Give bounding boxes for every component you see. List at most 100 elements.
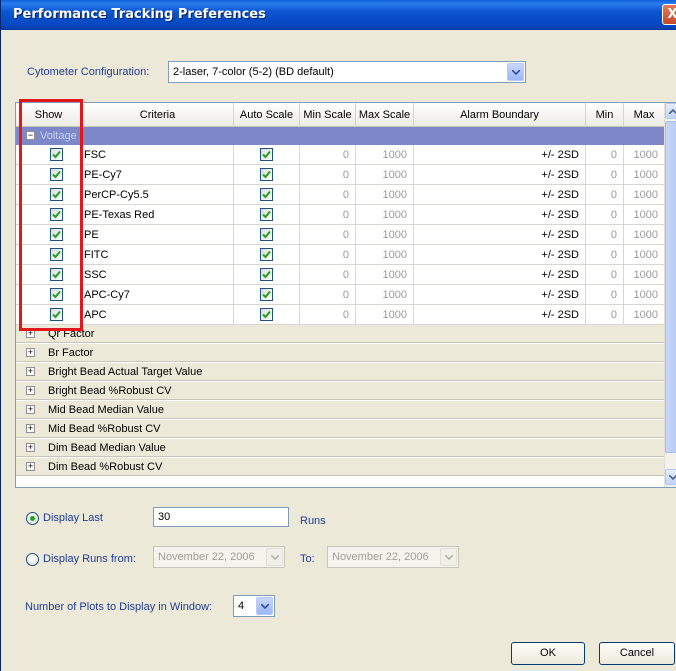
min-scale-cell[interactable]: 0 — [300, 145, 356, 165]
auto-scale-checkbox[interactable] — [260, 288, 273, 301]
max-scale-cell[interactable]: 1000 — [356, 245, 414, 265]
alarm-boundary-cell[interactable]: +/- 2SD — [414, 225, 586, 245]
runs-from-select[interactable]: November 22, 2006 — [153, 546, 285, 568]
display-last-radio[interactable] — [26, 512, 39, 525]
display-last-input[interactable]: 30 — [153, 507, 289, 527]
column-header-min-scale[interactable]: Min Scale — [300, 103, 356, 127]
column-header-max-scale[interactable]: Max Scale — [356, 103, 414, 127]
alarm-boundary-cell[interactable]: +/- 2SD — [414, 185, 586, 205]
max-scale-cell[interactable]: 1000 — [356, 305, 414, 325]
title-bar[interactable]: Performance Tracking Preferences X — [1, 0, 676, 30]
auto-scale-checkbox[interactable] — [260, 248, 273, 261]
min-cell[interactable]: 0 — [586, 145, 624, 165]
max-scale-cell[interactable]: 1000 — [356, 205, 414, 225]
max-cell[interactable]: 1000 — [624, 305, 664, 325]
scrollbar-thumb[interactable] — [665, 121, 676, 453]
min-scale-cell[interactable]: 0 — [300, 225, 356, 245]
group-row-voltage[interactable]: − Voltage — [16, 127, 664, 145]
plots-select[interactable]: 4 — [233, 595, 275, 617]
group-row[interactable]: + Bright Bead Actual Target Value — [16, 363, 664, 381]
alarm-boundary-cell[interactable]: +/- 2SD — [414, 205, 586, 225]
max-scale-cell[interactable]: 1000 — [356, 265, 414, 285]
runs-to-select[interactable]: November 22, 2006 — [327, 546, 459, 568]
min-scale-cell[interactable]: 0 — [300, 245, 356, 265]
auto-scale-checkbox[interactable] — [260, 228, 273, 241]
expand-icon[interactable]: + — [26, 405, 35, 414]
chevron-down-icon[interactable] — [256, 597, 273, 615]
min-scale-cell[interactable]: 0 — [300, 185, 356, 205]
max-scale-cell[interactable]: 1000 — [356, 165, 414, 185]
min-cell[interactable]: 0 — [586, 265, 624, 285]
table-row[interactable]: PE-Cy7 0 1000 +/- 2SD 0 1000 — [16, 165, 664, 185]
min-cell[interactable]: 0 — [586, 285, 624, 305]
min-scale-cell[interactable]: 0 — [300, 165, 356, 185]
alarm-boundary-cell[interactable]: +/- 2SD — [414, 165, 586, 185]
expand-icon[interactable]: + — [26, 443, 35, 452]
chevron-down-icon[interactable] — [266, 548, 283, 566]
column-header-alarm-boundary[interactable]: Alarm Boundary — [414, 103, 586, 127]
min-cell[interactable]: 0 — [586, 305, 624, 325]
close-button[interactable]: X — [662, 4, 676, 25]
auto-scale-checkbox[interactable] — [260, 188, 273, 201]
min-cell[interactable]: 0 — [586, 165, 624, 185]
min-cell[interactable]: 0 — [586, 185, 624, 205]
auto-scale-checkbox[interactable] — [260, 308, 273, 321]
alarm-boundary-cell[interactable]: +/- 2SD — [414, 265, 586, 285]
chevron-down-icon[interactable] — [440, 548, 457, 566]
max-cell[interactable]: 1000 — [624, 185, 664, 205]
expand-icon[interactable]: + — [26, 424, 35, 433]
expand-icon[interactable]: + — [26, 348, 35, 357]
max-cell[interactable]: 1000 — [624, 265, 664, 285]
group-row[interactable]: + Dim Bead %Robust CV — [16, 458, 664, 476]
group-row[interactable]: + Qr Factor — [16, 325, 664, 343]
cancel-button[interactable]: Cancel — [599, 642, 675, 665]
scroll-down-icon[interactable] — [665, 469, 676, 485]
chevron-down-icon[interactable] — [507, 63, 524, 81]
auto-scale-checkbox[interactable] — [260, 268, 273, 281]
min-cell[interactable]: 0 — [586, 205, 624, 225]
expand-icon[interactable]: + — [26, 462, 35, 471]
table-row[interactable]: PerCP-Cy5.5 0 1000 +/- 2SD 0 1000 — [16, 185, 664, 205]
min-scale-cell[interactable]: 0 — [300, 305, 356, 325]
min-scale-cell[interactable]: 0 — [300, 205, 356, 225]
max-scale-cell[interactable]: 1000 — [356, 185, 414, 205]
ok-button[interactable]: OK — [511, 642, 585, 665]
table-row[interactable]: SSC 0 1000 +/- 2SD 0 1000 — [16, 265, 664, 285]
max-cell[interactable]: 1000 — [624, 225, 664, 245]
max-scale-cell[interactable]: 1000 — [356, 145, 414, 165]
column-header-min[interactable]: Min — [586, 103, 624, 127]
min-scale-cell[interactable]: 0 — [300, 285, 356, 305]
group-row[interactable]: + Mid Bead Median Value — [16, 401, 664, 419]
auto-scale-checkbox[interactable] — [260, 208, 273, 221]
scroll-up-icon[interactable] — [665, 103, 676, 119]
expand-icon[interactable]: + — [26, 386, 35, 395]
max-cell[interactable]: 1000 — [624, 165, 664, 185]
alarm-boundary-cell[interactable]: +/- 2SD — [414, 305, 586, 325]
max-cell[interactable]: 1000 — [624, 205, 664, 225]
table-row[interactable]: APC 0 1000 +/- 2SD 0 1000 — [16, 305, 664, 325]
display-runs-radio[interactable] — [26, 553, 39, 566]
table-row[interactable]: APC-Cy7 0 1000 +/- 2SD 0 1000 — [16, 285, 664, 305]
min-cell[interactable]: 0 — [586, 245, 624, 265]
group-row[interactable]: + Br Factor — [16, 344, 664, 362]
column-header-max[interactable]: Max — [624, 103, 664, 127]
group-row[interactable]: + Mid Bead %Robust CV — [16, 420, 664, 438]
auto-scale-checkbox[interactable] — [260, 168, 273, 181]
alarm-boundary-cell[interactable]: +/- 2SD — [414, 285, 586, 305]
table-row[interactable]: PE 0 1000 +/- 2SD 0 1000 — [16, 225, 664, 245]
max-cell[interactable]: 1000 — [624, 245, 664, 265]
vertical-scrollbar[interactable] — [664, 103, 676, 487]
alarm-boundary-cell[interactable]: +/- 2SD — [414, 145, 586, 165]
min-scale-cell[interactable]: 0 — [300, 265, 356, 285]
cytometer-config-select[interactable]: 2-laser, 7-color (5-2) (BD default) — [168, 61, 526, 83]
max-scale-cell[interactable]: 1000 — [356, 285, 414, 305]
group-row[interactable]: + Bright Bead %Robust CV — [16, 382, 664, 400]
table-row[interactable]: FSC 0 1000 +/- 2SD 0 1000 — [16, 145, 664, 165]
group-row[interactable]: + Dim Bead Median Value — [16, 439, 664, 457]
max-scale-cell[interactable]: 1000 — [356, 225, 414, 245]
max-cell[interactable]: 1000 — [624, 145, 664, 165]
max-cell[interactable]: 1000 — [624, 285, 664, 305]
column-header-auto-scale[interactable]: Auto Scale — [234, 103, 300, 127]
auto-scale-checkbox[interactable] — [260, 148, 273, 161]
min-cell[interactable]: 0 — [586, 225, 624, 245]
